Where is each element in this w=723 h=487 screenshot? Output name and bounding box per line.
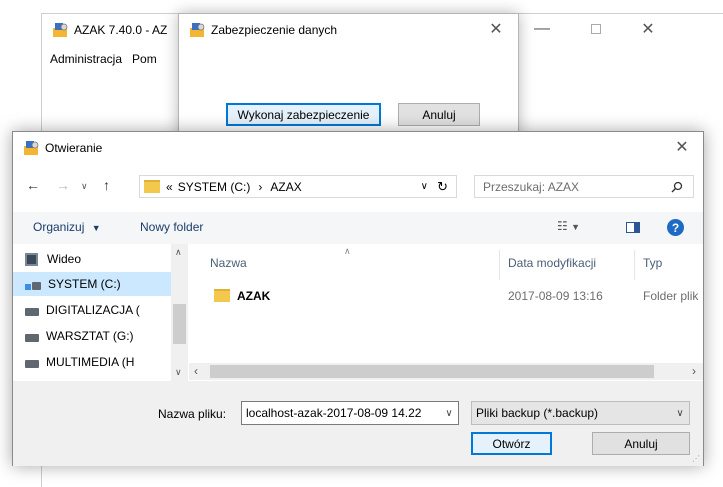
new-folder-button[interactable]: Nowy folder bbox=[140, 220, 203, 234]
nav-item-wideo[interactable]: Wideo bbox=[13, 247, 171, 271]
navigation-pane: Wideo SYSTEM (C:) DIGITALIZACJA ( WARSZT… bbox=[13, 244, 189, 381]
menu-pomoc[interactable]: Pom bbox=[132, 52, 157, 66]
table-row[interactable]: AZAK 2017-08-09 13:16 Folder plik bbox=[189, 285, 703, 307]
backup-cancel-button[interactable]: Anuluj bbox=[398, 103, 480, 126]
address-bar[interactable]: « SYSTEM (C:) › AZAX ∨ ↻ bbox=[139, 175, 457, 198]
nav-vertical-scrollbar[interactable]: ∧ ∨ bbox=[171, 244, 188, 381]
search-input[interactable]: Przeszukaj: AZAX bbox=[474, 175, 694, 198]
menu-administracja[interactable]: Administracja bbox=[50, 52, 122, 66]
nav-item-label: Wideo bbox=[47, 252, 82, 266]
filename-label: Nazwa pliku: bbox=[158, 407, 227, 421]
preview-pane-icon[interactable] bbox=[626, 222, 640, 233]
nav-item-multimedia[interactable]: MULTIMEDIA (H bbox=[13, 350, 171, 374]
recent-chevron-icon[interactable]: ∨ bbox=[81, 181, 88, 192]
file-type-value: Pliki backup (*.backup) bbox=[476, 406, 599, 420]
organize-label: Organizuj bbox=[33, 220, 85, 234]
filename-value: localhost-azak-2017-08-09 14.22 bbox=[246, 406, 422, 420]
forward-arrow-icon[interactable]: → bbox=[56, 177, 70, 193]
app-icon bbox=[24, 140, 39, 155]
folder-icon bbox=[214, 289, 230, 302]
main-menubar: Administracja Pom bbox=[50, 52, 157, 66]
address-dropdown-icon[interactable]: ∨ bbox=[421, 181, 428, 192]
backup-close-button[interactable]: ✕ bbox=[473, 14, 519, 44]
column-divider bbox=[499, 250, 500, 280]
app-icon bbox=[190, 22, 205, 37]
column-header-name[interactable]: Nazwa bbox=[210, 256, 247, 270]
open-dialog-title: Otwieranie bbox=[45, 140, 103, 155]
dialog-footer: Nazwa pliku: localhost-azak-2017-08-09 1… bbox=[13, 381, 703, 466]
address-segment-azax[interactable]: AZAX bbox=[270, 180, 301, 194]
address-prefix: « bbox=[166, 179, 173, 194]
chevron-down-icon[interactable]: ∨ bbox=[440, 402, 458, 424]
refresh-icon[interactable]: ↻ bbox=[437, 179, 448, 195]
resize-grip-icon[interactable]: ⋰ bbox=[692, 454, 700, 463]
folder-icon bbox=[144, 180, 160, 193]
close-icon: ✕ bbox=[675, 139, 689, 156]
open-button[interactable]: Otwórz bbox=[471, 432, 552, 455]
file-type-select[interactable]: Pliki backup (*.backup) ∨ bbox=[471, 401, 690, 425]
view-options-icon[interactable]: ☷ ▼ bbox=[557, 219, 580, 233]
run-backup-button[interactable]: Wykonaj zabezpieczenie bbox=[226, 103, 381, 126]
column-divider bbox=[634, 250, 635, 280]
open-cancel-button[interactable]: Anuluj bbox=[592, 432, 690, 455]
close-icon: ✕ bbox=[641, 21, 655, 38]
help-icon[interactable]: ? bbox=[667, 219, 684, 236]
main-window-title: AZAK 7.40.0 - AZ bbox=[74, 22, 168, 37]
scroll-right-icon: › bbox=[692, 364, 696, 378]
drive-icon bbox=[25, 308, 39, 316]
main-minimize-button[interactable]: — bbox=[519, 14, 565, 44]
nav-item-label: WARSZTAT (G:) bbox=[46, 329, 134, 343]
close-icon: ✕ bbox=[489, 21, 503, 38]
sort-ascending-icon: ∧ bbox=[344, 246, 351, 256]
filename-input[interactable]: localhost-azak-2017-08-09 14.22 ∨ bbox=[241, 401, 459, 425]
main-close-button[interactable]: ✕ bbox=[625, 14, 671, 44]
open-titlebar[interactable]: Otwieranie bbox=[13, 132, 703, 163]
search-placeholder: Przeszukaj: AZAX bbox=[483, 179, 580, 194]
backup-dialog: Zabezpieczenie danych ✕ Wykonaj zabezpie… bbox=[178, 13, 519, 138]
search-icon bbox=[671, 181, 683, 193]
nav-item-system[interactable]: SYSTEM (C:) bbox=[13, 272, 171, 296]
scroll-thumb[interactable] bbox=[173, 304, 186, 344]
organize-button[interactable]: Organizuj ▼ bbox=[33, 220, 101, 234]
nav-item-label: DIGITALIZACJA ( bbox=[46, 303, 140, 317]
scroll-up-icon: ∧ bbox=[175, 247, 182, 257]
scroll-left-icon: ‹ bbox=[194, 364, 198, 378]
organize-dropdown-icon: ▼ bbox=[91, 223, 101, 233]
minimize-icon: — bbox=[534, 20, 550, 37]
chevron-down-icon[interactable]: ∨ bbox=[671, 402, 689, 424]
maximize-icon bbox=[591, 24, 601, 34]
column-header-modified[interactable]: Data modyfikacji bbox=[508, 256, 596, 270]
scroll-down-icon: ∨ bbox=[175, 367, 182, 377]
backup-dialog-title: Zabezpieczenie danych bbox=[211, 22, 338, 37]
system-drive-icon bbox=[25, 278, 41, 290]
column-header-type[interactable]: Typ bbox=[643, 256, 662, 270]
backup-titlebar[interactable]: Zabezpieczenie danych bbox=[179, 14, 518, 45]
main-maximize-button[interactable] bbox=[573, 14, 619, 44]
file-modified: 2017-08-09 13:16 bbox=[508, 289, 603, 303]
drive-icon bbox=[25, 334, 39, 342]
nav-item-digitalizacja[interactable]: DIGITALIZACJA ( bbox=[13, 298, 171, 322]
nav-item-label: MULTIMEDIA (H bbox=[46, 355, 135, 369]
dialog-toolbar: Organizuj ▼ Nowy folder ☷ ▼ ? bbox=[13, 212, 703, 244]
back-arrow-icon[interactable]: ← bbox=[26, 177, 40, 193]
files-horizontal-scrollbar[interactable]: ‹ › bbox=[189, 363, 703, 380]
drive-icon bbox=[25, 360, 39, 368]
file-type: Folder plik bbox=[643, 289, 699, 303]
open-dialog: Otwieranie ✕ ← → ∨ ↑ « SYSTEM (C:) › AZA… bbox=[12, 131, 704, 466]
breadcrumb-chevron-icon: › bbox=[258, 179, 263, 194]
video-icon bbox=[25, 252, 38, 266]
nav-item-warsztat[interactable]: WARSZTAT (G:) bbox=[13, 324, 171, 348]
app-icon bbox=[53, 22, 68, 37]
file-name: AZAK bbox=[237, 289, 271, 303]
nav-item-label: SYSTEM (C:) bbox=[48, 277, 121, 291]
file-list: ∧ Nazwa Data modyfikacji Typ AZAK 2017-0… bbox=[189, 244, 703, 381]
open-close-button[interactable]: ✕ bbox=[659, 132, 705, 162]
scroll-thumb[interactable] bbox=[210, 365, 654, 378]
up-arrow-icon[interactable]: ↑ bbox=[103, 177, 110, 193]
address-row: ← → ∨ ↑ « SYSTEM (C:) › AZAX ∨ ↻ Przeszu… bbox=[13, 168, 703, 204]
address-segment-system[interactable]: SYSTEM (C:) bbox=[178, 180, 251, 194]
